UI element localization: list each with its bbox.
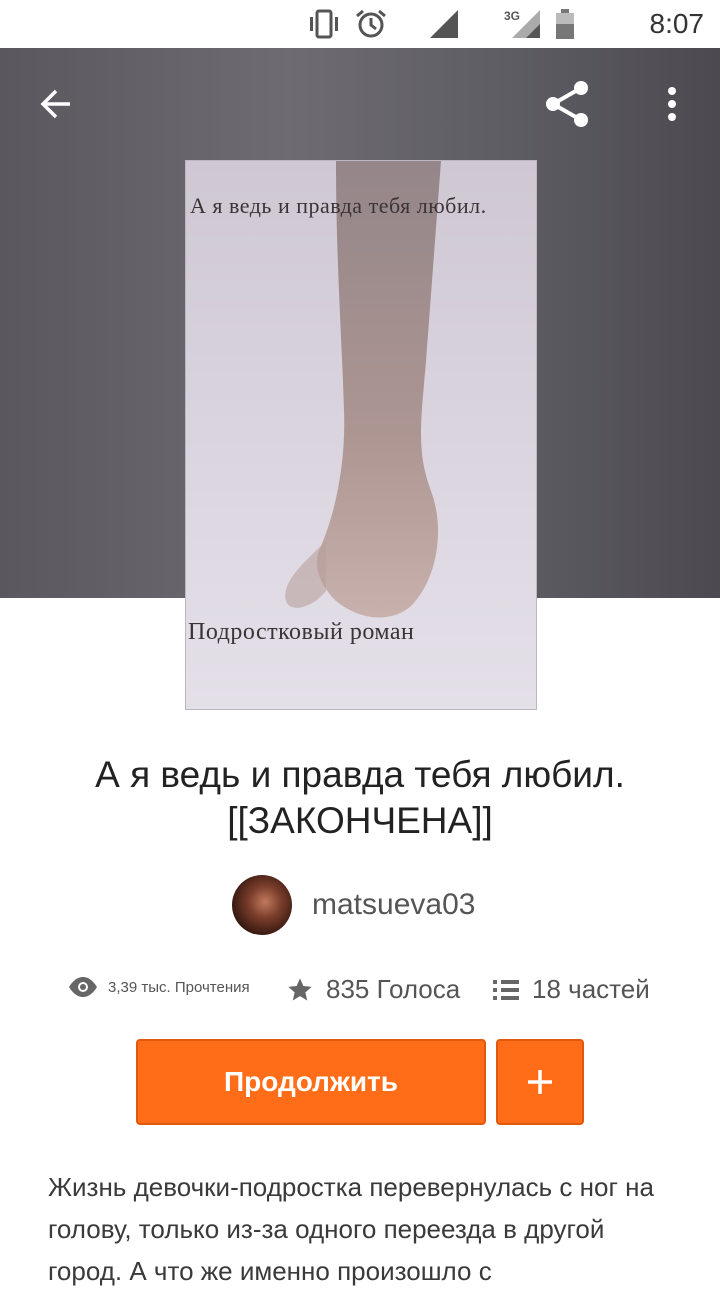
votes-stat: 835 Голоса <box>286 974 460 1005</box>
signal-icon <box>430 10 458 38</box>
parts-count: 18 частей <box>532 974 650 1004</box>
author-link[interactable]: matsueva03 <box>232 875 475 935</box>
status-bar: 3G 8:07 <box>0 0 720 48</box>
battery-icon <box>556 9 574 39</box>
author-name[interactable]: matsueva03 <box>312 888 475 922</box>
status-time: 8:07 <box>649 8 705 39</box>
story-stats: 3,39 тыс. Прочтения 835 Голоса 18 частей <box>0 970 720 1014</box>
share-button[interactable] <box>536 72 600 136</box>
reads-count: 3,39 тыс. Прочтения <box>108 978 250 996</box>
cover-genre-text: Подростковый роман <box>188 619 415 645</box>
back-button[interactable] <box>24 72 88 136</box>
votes-count: 835 Голоса <box>326 974 461 1004</box>
back-arrow-icon <box>40 89 70 119</box>
alarm-icon <box>356 9 386 38</box>
vibrate-icon <box>310 9 338 39</box>
signal-3g-icon: 3G <box>504 9 540 38</box>
share-icon <box>546 81 588 127</box>
star-icon <box>288 977 312 1000</box>
list-icon <box>493 979 519 1000</box>
story-description: Жизнь девочки-подростка перевернулась с … <box>48 1172 654 1286</box>
more-options-button[interactable] <box>640 72 704 136</box>
avatar[interactable] <box>232 875 292 935</box>
plus-icon <box>528 1070 552 1094</box>
book-cover[interactable]: А я ведь и правда тебя любил. Подростков… <box>185 160 537 710</box>
cover-title-text: А я ведь и правда тебя любил. <box>190 193 487 218</box>
story-title: А я ведь и правда тебя любил. [[ЗАКОНЧЕН… <box>95 754 625 841</box>
add-to-library-button[interactable] <box>496 1039 584 1125</box>
reads-stat: 3,39 тыс. Прочтения <box>68 976 250 998</box>
eye-icon <box>69 977 97 997</box>
more-vert-icon <box>668 87 676 121</box>
continue-reading-button[interactable]: Продолжить <box>136 1039 486 1125</box>
parts-stat[interactable]: 18 частей <box>492 974 650 1005</box>
svg-text:3G: 3G <box>504 9 520 23</box>
